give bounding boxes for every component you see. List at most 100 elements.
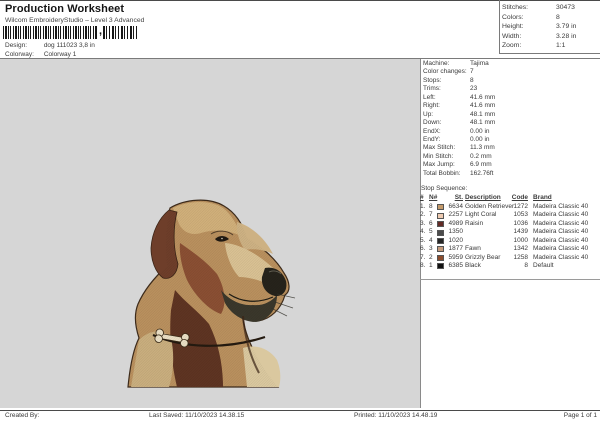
footer-last-saved: Last Saved: 11/10/2023 14.38.15	[149, 412, 245, 419]
needle-number: 3	[429, 245, 433, 253]
setting-value: 41.6 mm	[470, 102, 496, 110]
stop-sequence-row: 1. 8 6634 Golden Retriever 1272 Madeira …	[420, 203, 600, 211]
settings-row: Zoom: 1:1	[502, 41, 576, 51]
thread-brand: Madeira Classic 40	[533, 245, 589, 253]
setting-label: Width:	[502, 32, 522, 40]
setting-value: 3.79 in	[556, 23, 577, 31]
needle-number: 1	[429, 262, 433, 270]
page-title: Production Worksheet	[5, 3, 125, 15]
thread-code: 1342	[513, 245, 528, 253]
thread-color-swatch	[437, 229, 444, 236]
dog-embroidery-preview	[127, 199, 296, 388]
settings-row: Max Stitch: 11.3 mm	[423, 144, 495, 152]
setting-value: 0.00 in	[470, 135, 490, 143]
needle-number: 8	[429, 203, 433, 210]
stop-sequence-row: 4. 5 1350 1439 Madeira Classic 40	[420, 228, 600, 236]
colorway-value: Colorway 1	[43, 51, 77, 58]
thread-color-swatch	[437, 254, 444, 261]
stop-sequence-table: 1. 8 6634 Golden Retriever 1272 Madeira …	[420, 203, 600, 271]
thread-color-swatch	[437, 221, 444, 228]
setting-value: 7	[470, 68, 474, 76]
setting-value: 6.9 mm	[470, 161, 492, 169]
app-subtitle: Wilcom EmbroideryStudio – Level 3 Advanc…	[5, 17, 145, 24]
thread-number: 1877	[448, 245, 463, 253]
settings-row: Stops: 8	[423, 77, 495, 85]
barcode-bars-left	[3, 26, 98, 39]
thread-code: 1258	[513, 253, 528, 261]
stop-sequence-row: 3. 6 4989 Raisin 1036 Madeira Classic 40	[420, 220, 600, 228]
design-row: Design: dog 111023 3,8 in	[5, 42, 95, 49]
settings-row: Trims: 23	[423, 85, 495, 93]
setting-value: 0.00 in	[470, 127, 490, 135]
setting-value: 162.76ft	[470, 169, 494, 177]
setting-label: Max Jump:	[423, 161, 455, 169]
setting-label: EndY:	[423, 135, 441, 143]
thread-code: 1272	[513, 203, 528, 210]
machine-settings: Machine: Tajima Color changes: 7 Stops: 8 T…	[423, 60, 495, 178]
stop-sequence-row: 5. 4 1020 1000 Madeira Classic 40	[420, 237, 600, 245]
thread-code: 1000	[513, 236, 528, 244]
setting-value: 1:1	[556, 42, 566, 50]
col-header-needle: N#	[429, 194, 438, 201]
settings-row: Up: 48.1 mm	[423, 111, 495, 119]
thread-brand: Madeira Classic 40	[533, 228, 589, 236]
top-rule	[0, 0, 600, 1]
stop-number: 7.	[420, 253, 426, 261]
thread-number: 2257	[448, 211, 463, 219]
settings-row: Total Bobbin: 162.76ft	[423, 170, 495, 178]
settings-row: Color changes: 7	[423, 68, 495, 76]
settings-row: Stitches: 30473	[502, 3, 576, 13]
setting-value: 48.1 mm	[470, 110, 496, 118]
needle-number: 5	[429, 228, 433, 236]
thread-description: Grizzly Bear	[465, 253, 501, 261]
settings-row: EndX: 0.00 in	[423, 128, 495, 136]
thread-description: Fawn	[465, 245, 481, 253]
summary-box-left-border	[499, 0, 500, 54]
thread-code: 1036	[513, 219, 528, 227]
design-canvas	[0, 59, 421, 408]
settings-row: Left: 41.6 mm	[423, 94, 495, 102]
thread-description: Light Coral	[465, 211, 497, 219]
settings-row: EndY: 0.00 in	[423, 136, 495, 144]
thread-brand: Madeira Classic 40	[533, 253, 589, 261]
footer-page-number: Page 1 of 1	[563, 412, 597, 419]
needle-number: 2	[429, 253, 433, 261]
setting-label: Color changes:	[423, 68, 467, 76]
thread-color-swatch	[437, 246, 444, 253]
stop-sequence-row: 6. 3 1877 Fawn 1342 Madeira Classic 40	[420, 245, 600, 253]
thread-number: 4989	[448, 219, 463, 227]
thread-color-swatch	[437, 263, 444, 270]
footer-rule	[0, 410, 600, 411]
thread-brand: Madeira Classic 40	[533, 211, 589, 219]
col-header-st: St.	[454, 194, 463, 201]
thread-code: 1439	[513, 228, 528, 236]
setting-value: 8	[470, 76, 474, 84]
setting-label: Stops:	[423, 76, 442, 84]
settings-row: Down: 48.1 mm	[423, 119, 495, 127]
stop-number: 6.	[420, 245, 426, 253]
setting-label: Trims:	[423, 85, 441, 93]
thread-brand: Default	[533, 262, 554, 270]
setting-value: 23	[470, 85, 478, 93]
thread-number: 6634	[448, 203, 463, 210]
settings-row: Colors: 8	[502, 13, 576, 23]
design-label: Design:	[5, 42, 28, 49]
setting-label: Min Stitch:	[423, 152, 454, 160]
barcode-bars-right	[103, 26, 140, 39]
setting-value: 41.6 mm	[470, 93, 496, 101]
settings-row: Right: 41.6 mm	[423, 102, 495, 110]
barcode-separator: ,	[99, 25, 103, 37]
setting-value: 30473	[556, 4, 575, 11]
setting-label: Max Stitch:	[423, 144, 456, 152]
footer-created-by: Created By:	[5, 412, 40, 419]
thread-description: Golden Retriever	[465, 203, 515, 210]
setting-value: Tajima	[470, 60, 489, 67]
production-worksheet-page: Production Worksheet Wilcom EmbroiderySt…	[0, 0, 600, 424]
setting-label: EndX:	[423, 127, 441, 135]
stop-sequence-bottom-border	[420, 279, 600, 280]
summary-stats: Stitches: 30473 Colors: 8 Height: 3.79 in W…	[502, 3, 576, 51]
thread-color-swatch	[437, 212, 444, 219]
thread-number: 1350	[448, 228, 463, 236]
thread-number: 5959	[448, 253, 463, 261]
setting-label: Right:	[423, 102, 440, 110]
